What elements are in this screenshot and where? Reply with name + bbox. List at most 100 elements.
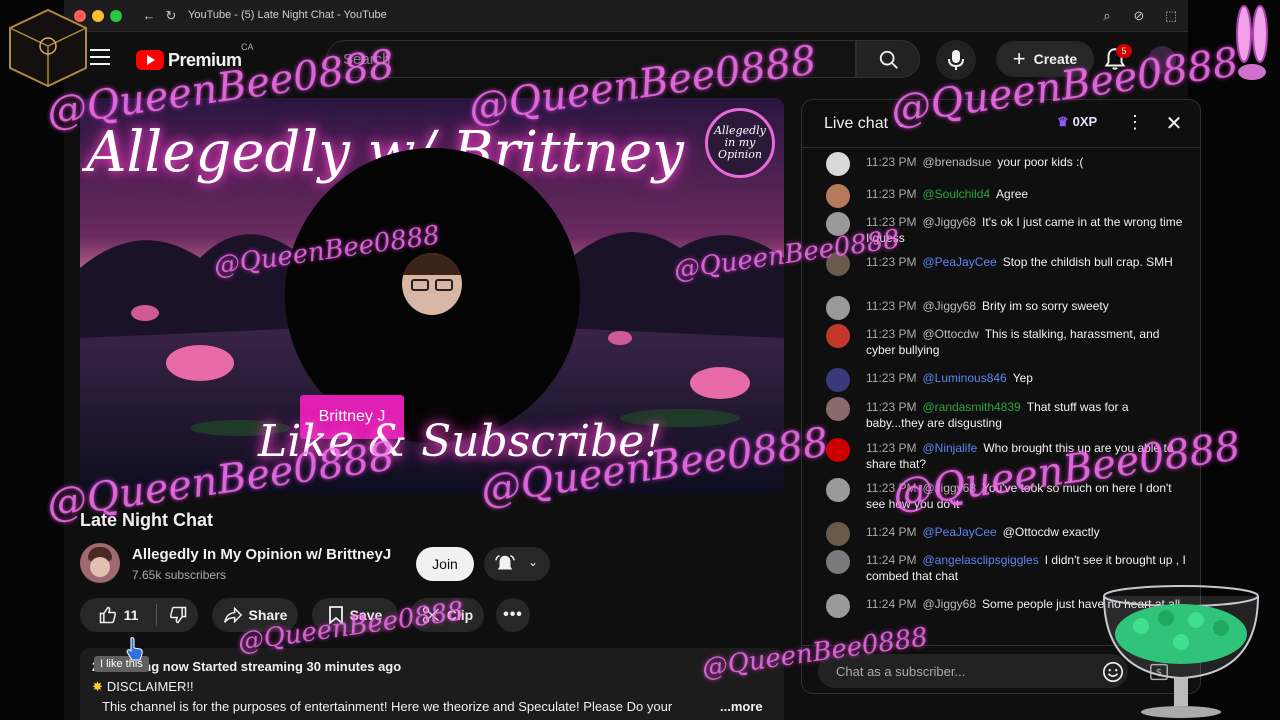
youtube-logo[interactable]: Premium	[136, 49, 242, 71]
chat-author-avatar[interactable]	[826, 397, 850, 421]
channel-round-logo: Allegedly in my Opinion	[705, 108, 775, 178]
notification-badge: 5	[1116, 44, 1132, 58]
chat-author-name[interactable]: @PeaJayCee	[922, 255, 996, 269]
voice-search-button[interactable]	[936, 40, 976, 80]
notifications-button[interactable]: ⌄	[484, 547, 550, 581]
zoom-icon[interactable]: ⌕	[1098, 7, 1116, 25]
chat-author-avatar[interactable]	[826, 212, 850, 236]
chat-author-avatar[interactable]	[826, 152, 850, 176]
chat-author-name[interactable]: @brenadsue	[922, 155, 991, 169]
chat-message-body: 11:23 PM @Soulchild4 Agree	[866, 186, 1186, 202]
show-more-link[interactable]: ...more	[720, 699, 763, 714]
chat-author-avatar[interactable]	[826, 252, 850, 276]
clip-label: Clip	[446, 607, 474, 623]
chevron-down-icon[interactable]: ⌄	[896, 116, 906, 130]
close-chat-button[interactable]: ✕	[1162, 112, 1186, 136]
search-box[interactable]	[326, 40, 856, 78]
thumbs-down-icon	[169, 606, 186, 624]
description-text: This channel is for the purposes of ente…	[102, 699, 673, 714]
chat-input[interactable]	[818, 654, 1128, 688]
chat-author-name[interactable]: @Jiggy68	[922, 299, 976, 313]
minimize-window-button[interactable]	[92, 10, 104, 22]
chat-timestamp: 11:23 PM	[866, 400, 917, 414]
chat-message-body: 11:23 PM @Luminous846 Yep	[866, 370, 1186, 386]
logo-text: Premium	[168, 49, 242, 70]
join-button[interactable]: Join	[416, 547, 474, 581]
xp-badge[interactable]: 0XP	[1057, 114, 1098, 130]
chat-timestamp: 11:23 PM	[866, 155, 917, 169]
video-player[interactable]: Allegedly w/ Brittney J Allegedly in my …	[80, 98, 784, 494]
chat-author-name[interactable]: @randasmith4839	[922, 400, 1020, 414]
back-arrow-icon[interactable]: ←	[140, 7, 158, 25]
chat-author-name[interactable]: @angelasclipsgiggles	[922, 553, 1038, 567]
chat-author-name[interactable]: @Jiggy68	[922, 481, 976, 495]
chat-author-name[interactable]: @Soulchild4	[922, 187, 990, 201]
like-button[interactable]: 11	[80, 598, 156, 632]
chat-message-body: 11:23 PM @Jiggy68 It's ok I just came in a…	[866, 214, 1186, 246]
scissors-icon	[422, 606, 439, 624]
save-label: Save	[349, 607, 383, 623]
chat-message-text: Stop the childish bull crap. SMH	[1002, 255, 1173, 269]
create-button[interactable]: + Create	[996, 41, 1094, 77]
sparkle-icon: ✸	[92, 679, 103, 694]
chat-author-name[interactable]: @Ottocdw	[922, 327, 978, 341]
chat-mode-selector[interactable]: Live chat	[824, 115, 888, 133]
chat-author-avatar[interactable]	[826, 324, 850, 348]
chat-message-body: 11:23 PM @brenadsue your poor kids :(	[866, 154, 1186, 170]
chat-author-name[interactable]: @PeaJayCee	[922, 525, 996, 539]
extensions-icon[interactable]: ⬚	[1162, 7, 1180, 25]
chat-author-avatar[interactable]	[826, 550, 850, 574]
description-box[interactable]: 2 watching now Started streaming 30 minu…	[80, 648, 784, 720]
youtube-play-icon	[136, 50, 164, 70]
menu-icon[interactable]	[90, 49, 110, 67]
more-vertical-icon[interactable]: ⋮	[1125, 112, 1145, 136]
search-button[interactable]	[856, 40, 920, 78]
maximize-window-button[interactable]	[110, 10, 122, 22]
chat-author-avatar[interactable]	[826, 368, 850, 392]
search-input[interactable]	[327, 41, 855, 77]
chat-timestamp: 11:23 PM	[866, 481, 917, 495]
chat-timestamp: 11:24 PM	[866, 525, 917, 539]
chat-author-avatar[interactable]	[826, 438, 850, 462]
chat-timestamp: 11:23 PM	[866, 187, 917, 201]
chat-author-avatar[interactable]	[826, 296, 850, 320]
subscriber-count: 7.65k subscribers	[132, 568, 227, 582]
host-photo	[402, 253, 462, 315]
chat-author-name[interactable]: @Luminous846	[922, 371, 1006, 385]
banner-subtitle: Like & Subscribe!	[258, 416, 662, 467]
mouse-cursor-icon	[126, 637, 143, 661]
chat-message-body: 11:23 PM @randasmith4839 That stuff was fo…	[866, 399, 1186, 431]
chat-author-avatar[interactable]	[826, 522, 850, 546]
chat-author-name[interactable]: @Ninjalife	[922, 441, 977, 455]
reload-icon[interactable]: ↻	[162, 7, 180, 25]
glasses-left	[411, 279, 429, 291]
chat-timestamp: 11:23 PM	[866, 441, 917, 455]
chat-author-name[interactable]: @Jiggy68	[922, 215, 976, 229]
chat-message-text: @Ottocdw exactly	[1002, 525, 1100, 539]
more-actions-button[interactable]: •••	[496, 598, 530, 632]
share-button[interactable]: Share	[212, 598, 298, 632]
chat-author-avatar[interactable]	[826, 184, 850, 208]
chat-timestamp: 11:23 PM	[866, 327, 917, 341]
chat-message-body: 11:23 PM @Ninjalife Who brought this up ar…	[866, 440, 1186, 472]
chat-message-text: your poor kids :(	[997, 155, 1084, 169]
screen: ← ↻ YouTube - (5) Late Night Chat - YouT…	[0, 0, 1280, 720]
chat-author-name[interactable]: @Jiggy68	[922, 597, 976, 611]
gumball-bowl-overlay	[1103, 585, 1259, 718]
dislike-button[interactable]	[157, 598, 198, 632]
plus-icon: +	[1012, 46, 1026, 71]
chevron-down-icon: ⌄	[528, 555, 539, 569]
hide-icon[interactable]: ⊘	[1130, 7, 1148, 25]
chat-author-avatar[interactable]	[826, 478, 850, 502]
tab-title[interactable]: YouTube - (5) Late Night Chat - YouTube	[188, 9, 387, 21]
browser-titlebar: ← ↻ YouTube - (5) Late Night Chat - YouT…	[64, 0, 1188, 32]
save-button[interactable]: Save	[312, 598, 398, 632]
chat-author-avatar[interactable]	[826, 594, 850, 618]
channel-name[interactable]: Allegedly In My Opinion w/ BrittneyJ	[132, 546, 391, 563]
clip-button[interactable]: Clip	[410, 598, 484, 632]
share-label: Share	[248, 607, 288, 623]
bell-ring-icon	[495, 555, 515, 570]
ornate-cube-overlay	[9, 8, 87, 88]
channel-avatar[interactable]	[80, 543, 120, 583]
account-avatar[interactable]	[1148, 46, 1176, 74]
